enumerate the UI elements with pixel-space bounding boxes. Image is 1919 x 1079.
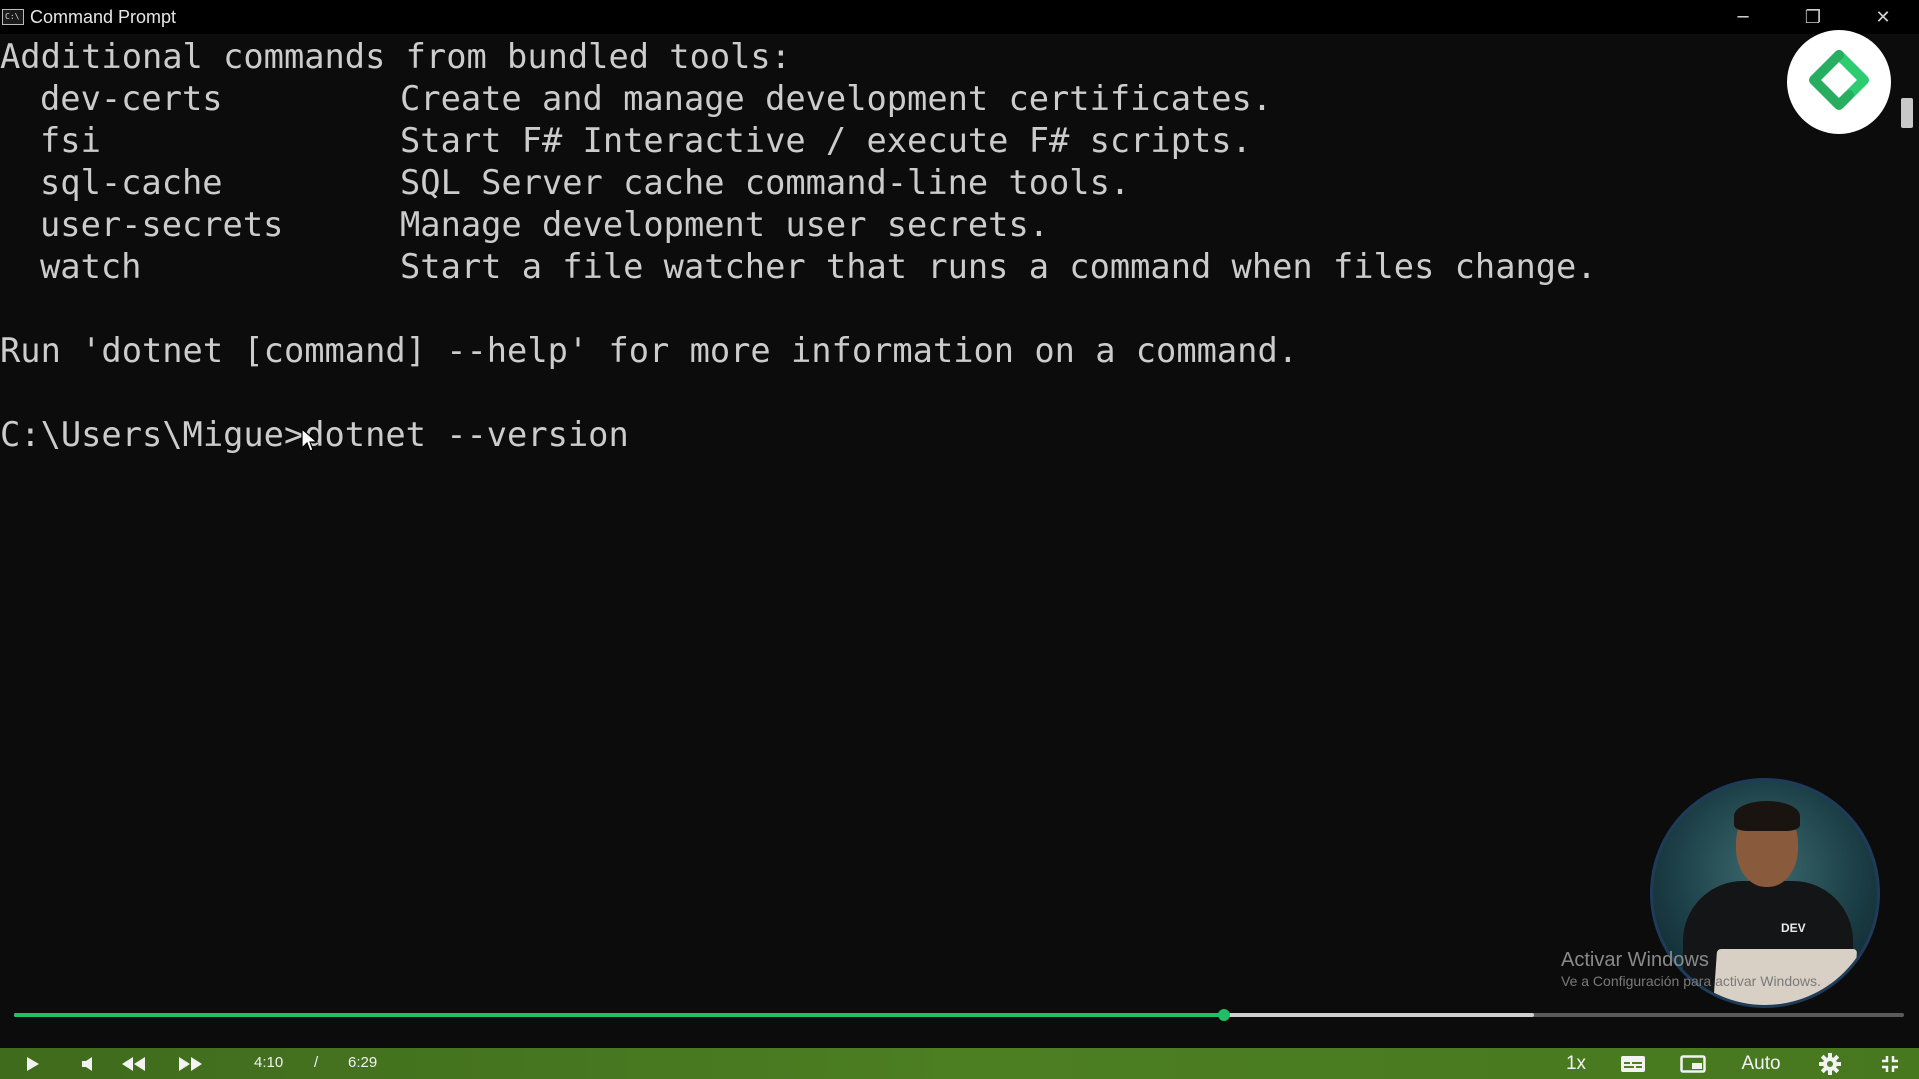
watermark-title: Activar Windows — [1561, 949, 1709, 971]
quality-button[interactable]: Auto — [1736, 1048, 1786, 1079]
terminal-heading: Additional commands from bundled tools: — [0, 37, 791, 76]
fast-forward-icon — [179, 1056, 202, 1071]
presenter-shirt-logo: DEV — [1781, 921, 1806, 935]
playback-speed-button[interactable]: 1x — [1556, 1048, 1596, 1079]
mouse-cursor-icon — [301, 428, 319, 452]
watermark-subtitle: Ve a Configuración para activar Windows. — [1561, 973, 1821, 989]
close-button[interactable]: ✕ — [1848, 0, 1918, 34]
command-name: fsi — [40, 121, 101, 160]
command-input[interactable]: dotnet --version — [304, 415, 629, 454]
minimize-button[interactable]: ─ — [1708, 0, 1778, 34]
gear-icon — [1819, 1052, 1841, 1075]
command-name: sql-cache — [40, 163, 223, 202]
windows-activation-watermark: Activar Windows Ve a Configuración para … — [1561, 948, 1821, 990]
command-description: Start F# Interactive / execute F# script… — [400, 121, 1252, 160]
exit-fullscreen-button[interactable] — [1872, 1048, 1908, 1079]
command-description: Manage development user secrets. — [400, 205, 1050, 244]
help-hint: Run 'dotnet [command] --help' for more i… — [0, 331, 1299, 370]
presenter-hair — [1734, 801, 1800, 831]
progress-played — [14, 1013, 1224, 1017]
prompt-path: C:\Users\Migue> — [0, 415, 305, 454]
terminal-scrollbar[interactable] — [1891, 34, 1919, 834]
restore-button[interactable]: ❐ — [1778, 0, 1848, 34]
volume-icon — [82, 1056, 92, 1071]
exit-fullscreen-icon — [1882, 1055, 1898, 1072]
command-description: Start a file watcher that runs a command… — [400, 247, 1597, 286]
terminal-output[interactable]: Additional commands from bundled tools: … — [0, 36, 1890, 996]
command-description: SQL Server cache command-line tools. — [400, 163, 1131, 202]
window-title: Command Prompt — [30, 7, 177, 27]
settings-button[interactable] — [1812, 1048, 1848, 1079]
rewind-button[interactable] — [116, 1048, 150, 1079]
play-button[interactable] — [14, 1048, 50, 1079]
command-name: watch — [40, 247, 142, 286]
window-titlebar: C:\ Command Prompt ─ ❐ ✕ — [0, 0, 1919, 34]
rewind-icon — [122, 1056, 145, 1071]
duration: 6:29 — [348, 1054, 378, 1071]
command-description: Create and manage development certificat… — [400, 79, 1273, 118]
video-player-controls: 4:10 / 6:29 1x Auto — [0, 1048, 1919, 1079]
captions-icon — [1621, 1055, 1645, 1072]
green-diamond-logo-icon — [1787, 30, 1891, 134]
progress-scrubber-handle[interactable] — [1217, 1009, 1230, 1021]
picture-in-picture-icon — [1680, 1054, 1706, 1073]
command-name: user-secrets — [40, 205, 284, 244]
fast-forward-button[interactable] — [174, 1048, 208, 1079]
video-progress-bar[interactable] — [14, 1009, 1904, 1021]
scrollbar-thumb[interactable] — [1901, 98, 1913, 128]
command-name: dev-certs — [40, 79, 223, 118]
picture-in-picture-button[interactable] — [1676, 1048, 1710, 1079]
time-separator: / — [314, 1054, 319, 1071]
play-icon — [27, 1056, 39, 1071]
current-time: 4:10 — [254, 1054, 284, 1071]
command-prompt-app-icon: C:\ — [2, 9, 24, 25]
captions-button[interactable] — [1616, 1048, 1650, 1079]
volume-button[interactable] — [74, 1048, 104, 1079]
